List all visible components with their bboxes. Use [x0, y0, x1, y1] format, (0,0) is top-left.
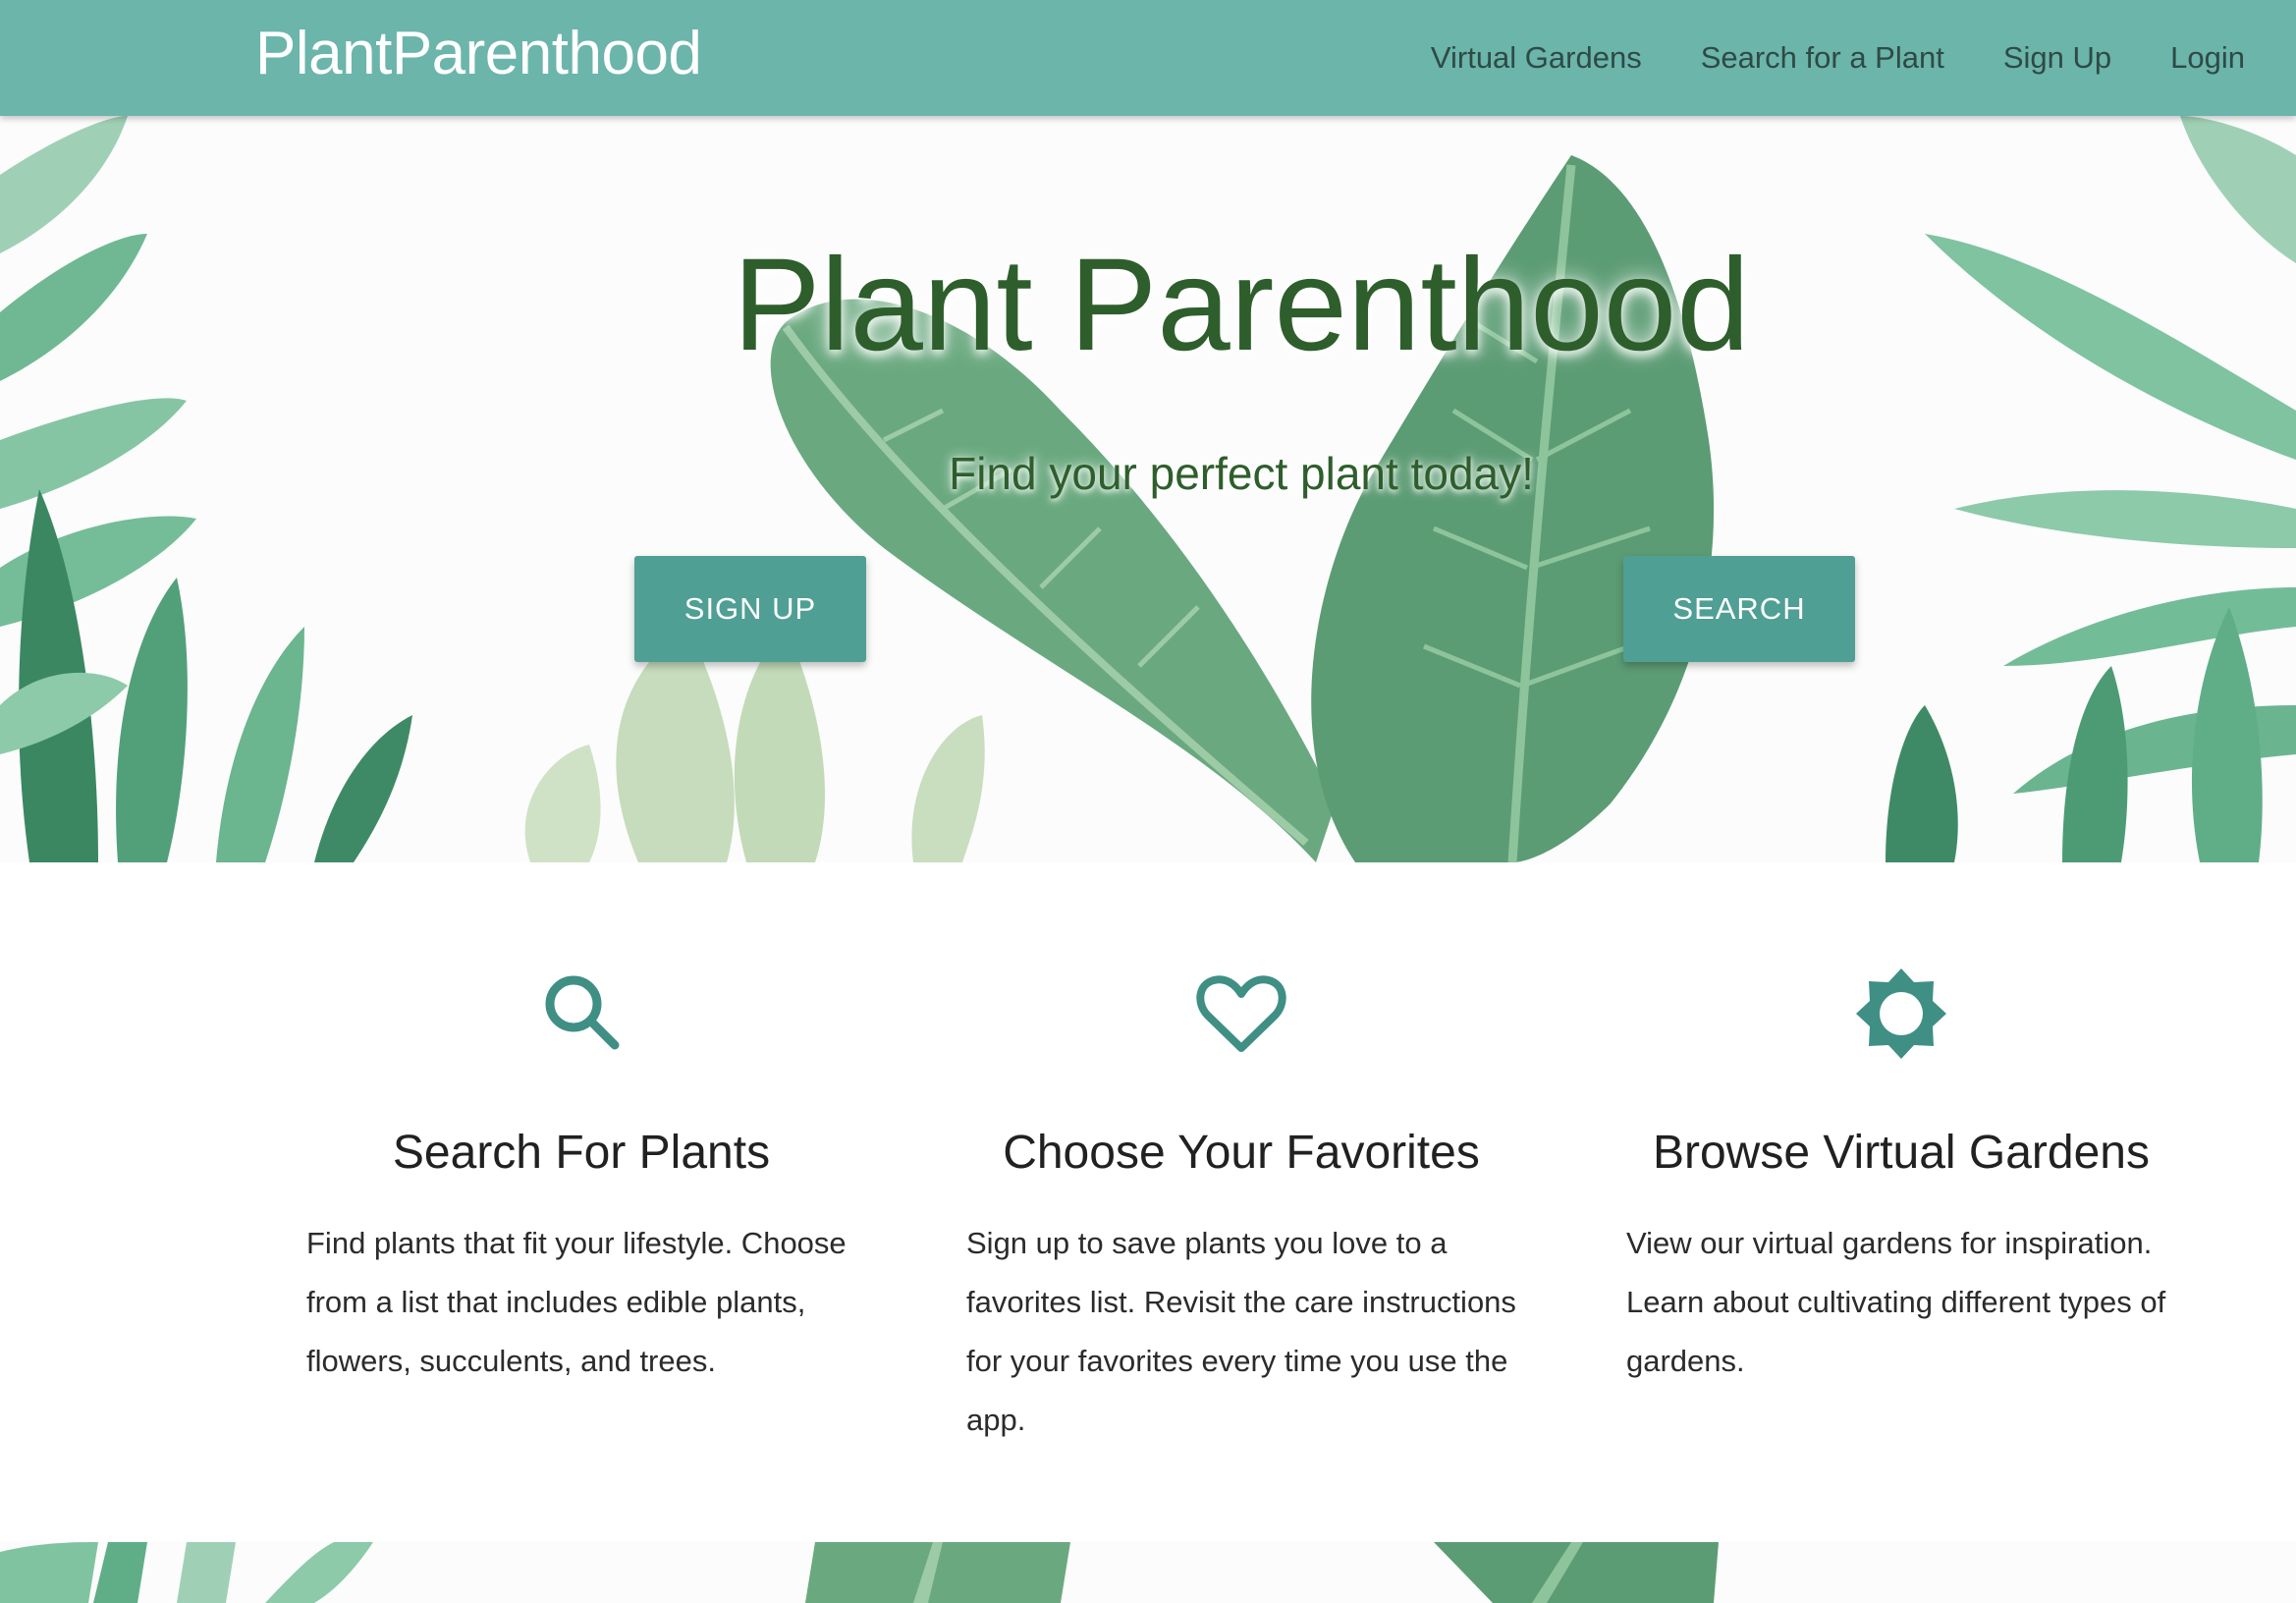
footer-leaf-strip: [0, 1542, 2296, 1603]
feature-description: Sign up to save plants you love to a fav…: [966, 1226, 1516, 1437]
nav-link-sign-up[interactable]: Sign Up: [2003, 38, 2111, 78]
hero-banner: Plant Parenthood Find your perfect plant…: [0, 116, 2296, 862]
nav-links: Virtual Gardens Search for a Plant Sign …: [1372, 0, 2245, 116]
feature-description: Find plants that fit your lifestyle. Cho…: [306, 1226, 847, 1378]
features-section: Search For Plants Find plants that fit y…: [0, 862, 2296, 1542]
feature-description: View our virtual gardens for inspiration…: [1626, 1226, 2166, 1378]
search-button[interactable]: SEARCH: [1623, 556, 1855, 662]
sign-up-button[interactable]: SIGN UP: [634, 556, 866, 662]
brightness-icon: [1626, 965, 2176, 1063]
navbar: PlantParenthood Virtual Gardens Search f…: [0, 0, 2296, 116]
nav-link-login[interactable]: Login: [2170, 38, 2245, 78]
search-icon: [306, 965, 856, 1063]
feature-title: Choose Your Favorites: [1003, 1127, 1480, 1179]
feature-title: Search For Plants: [392, 1127, 771, 1179]
heart-icon: [966, 965, 1516, 1063]
feature-title: Browse Virtual Gardens: [1652, 1127, 2150, 1179]
hero-title: Plant Parenthood: [733, 232, 1750, 378]
leaf-footer-illustration: [0, 1542, 1719, 1603]
nav-link-virtual-gardens[interactable]: Virtual Gardens: [1431, 38, 1642, 78]
brand-logo-link[interactable]: PlantParenthood: [255, 18, 702, 90]
hero-subtitle: Find your perfect plant today!: [949, 448, 1534, 499]
nav-link-search-plant[interactable]: Search for a Plant: [1701, 38, 1944, 78]
